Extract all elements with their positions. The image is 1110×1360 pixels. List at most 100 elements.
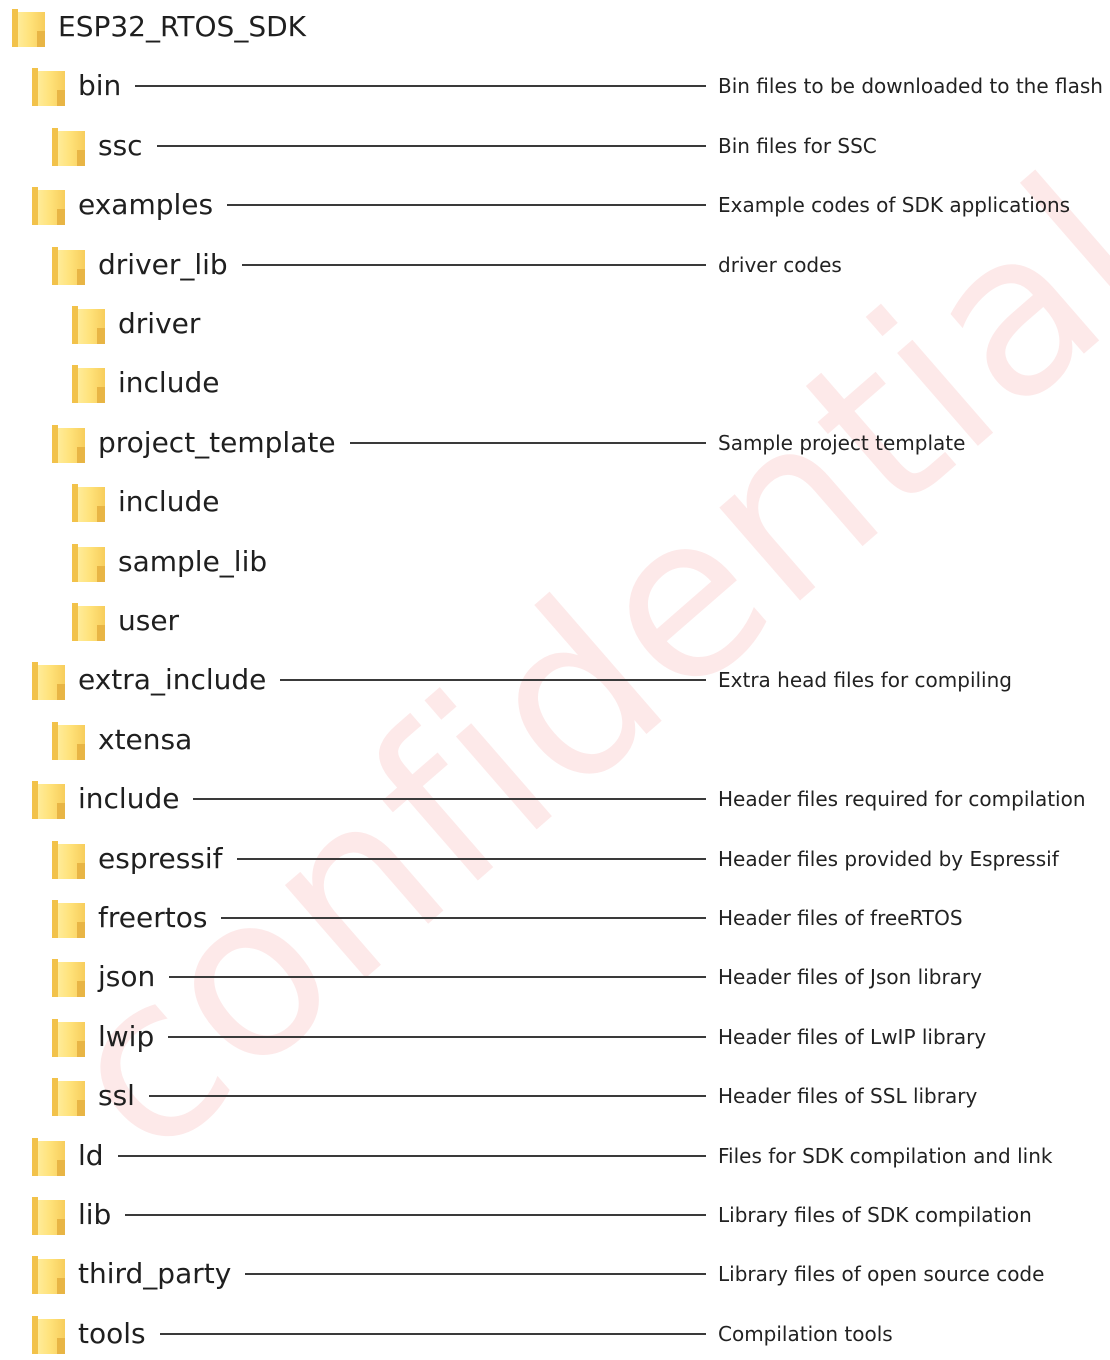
connector-line xyxy=(349,441,706,444)
connector-line xyxy=(227,204,706,207)
tree-row[interactable]: lib Library files of SDK compilation xyxy=(0,1189,1110,1241)
folder-icon xyxy=(12,9,45,47)
folder-name: include xyxy=(118,485,220,519)
folder-icon xyxy=(52,1018,85,1057)
tree-row[interactable]: driver xyxy=(0,298,1110,350)
tree-row[interactable]: espressif Header files provided by Espres… xyxy=(0,833,1110,885)
folder-description: Files for SDK compilation and link xyxy=(718,1143,1053,1168)
folder-icon xyxy=(32,68,65,107)
tree-row[interactable]: json Header files of Json library xyxy=(0,951,1110,1003)
folder-icon xyxy=(72,603,105,641)
tree-row[interactable]: include xyxy=(0,357,1110,409)
tree-row[interactable]: lwip Header files of LwIP library xyxy=(0,1011,1110,1063)
folder-icon xyxy=(72,365,105,404)
tree-row[interactable]: ld Files for SDK compilation and link xyxy=(0,1130,1110,1182)
folder-icon xyxy=(32,662,65,701)
folder-description: Bin files to be downloaded to the flash xyxy=(718,74,1103,99)
folder-icon xyxy=(32,187,65,226)
folder-name: include xyxy=(118,366,220,400)
folder-icon xyxy=(32,781,65,820)
folder-name: third_party xyxy=(78,1257,232,1291)
connector-line xyxy=(168,1035,706,1038)
folder-icon xyxy=(52,840,85,879)
folder-icon xyxy=(32,1256,65,1295)
folder-name: freertos xyxy=(98,901,208,934)
folder-icon xyxy=(52,1078,85,1117)
folder-name: xtensa xyxy=(98,722,193,756)
tree-row[interactable]: user xyxy=(0,595,1110,647)
connector-line xyxy=(156,144,706,147)
tree-row[interactable]: ssl Header files of SSL library xyxy=(0,1070,1110,1122)
tree-row[interactable]: include Header files required for compila… xyxy=(0,773,1110,825)
folder-description: Library files of open source code xyxy=(718,1262,1045,1287)
tree-row[interactable]: sample_lib xyxy=(0,536,1110,588)
connector-line xyxy=(125,1214,706,1216)
tree-row[interactable]: ESP32_RTOS_SDK xyxy=(0,1,1110,53)
folder-icon xyxy=(52,246,85,285)
folder-icon xyxy=(52,424,85,463)
folder-name: examples xyxy=(78,188,214,222)
folder-name: driver xyxy=(118,307,201,340)
folder-description: Compilation tools xyxy=(718,1321,893,1346)
folder-description: Bin files for SSC xyxy=(718,133,877,158)
tree-row[interactable]: xtensa xyxy=(0,714,1110,766)
folder-name: extra_include xyxy=(78,663,267,697)
folder-icon xyxy=(52,900,85,938)
connector-line xyxy=(241,263,706,266)
folder-description: Header files of SSL library xyxy=(718,1084,978,1109)
connector-line xyxy=(193,798,706,801)
folder-icon xyxy=(72,543,105,582)
folder-name: json xyxy=(98,960,156,994)
tree-row[interactable]: extra_include Extra head files for compil… xyxy=(0,654,1110,706)
connector-line xyxy=(245,1273,706,1276)
folder-description: Header files of freeRTOS xyxy=(718,906,963,930)
connector-line xyxy=(135,85,706,88)
folder-name: user xyxy=(118,604,180,637)
folder-name: tools xyxy=(78,1316,146,1350)
folder-description: Header files of LwIP library xyxy=(718,1024,987,1049)
folder-icon xyxy=(72,306,105,344)
folder-description: Header files required for compilation xyxy=(718,787,1086,812)
folder-icon xyxy=(32,1197,65,1235)
connector-line xyxy=(236,857,706,860)
folder-icon xyxy=(52,959,85,998)
connector-line xyxy=(221,917,706,919)
folder-icon xyxy=(52,127,85,166)
folder-name: ld xyxy=(78,1138,104,1172)
folder-description: Header files of Json library xyxy=(718,965,982,990)
folder-icon xyxy=(32,1137,65,1176)
folder-icon xyxy=(32,1315,65,1354)
folder-description: Sample project template xyxy=(718,430,966,455)
folder-description: driver codes xyxy=(718,252,842,277)
tree-row[interactable]: include xyxy=(0,476,1110,528)
connector-line xyxy=(148,1095,706,1098)
tree-row[interactable]: third_party Library files of open source … xyxy=(0,1248,1110,1300)
folder-icon xyxy=(52,721,85,760)
tree-row[interactable]: bin Bin files to be downloaded to the fla… xyxy=(0,60,1110,112)
connector-line xyxy=(169,976,706,979)
tree-row[interactable]: driver_lib driver codes xyxy=(0,239,1110,291)
folder-name: bin xyxy=(78,69,122,103)
connector-line xyxy=(117,1154,706,1157)
folder-description: Header files provided by Espressif xyxy=(718,846,1059,871)
folder-description: Extra head files for compiling xyxy=(718,668,1012,693)
folder-name: ssc xyxy=(98,128,143,162)
folder-name: lib xyxy=(78,1198,112,1231)
tree-row[interactable]: project_template Sample project template xyxy=(0,417,1110,469)
connector-line xyxy=(280,679,706,682)
folder-name: project_template xyxy=(98,425,336,459)
folder-name: sample_lib xyxy=(118,544,268,578)
tree-row[interactable]: ssc Bin files for SSC xyxy=(0,120,1110,172)
folder-name: include xyxy=(78,782,180,816)
folder-name: ssl xyxy=(98,1079,135,1113)
folder-icon xyxy=(72,484,105,523)
folder-description: Example codes of SDK applications xyxy=(718,193,1071,218)
tree-row[interactable]: tools Compilation tools xyxy=(0,1308,1110,1360)
folder-name: lwip xyxy=(98,1019,155,1053)
folder-description: Library files of SDK compilation xyxy=(718,1203,1032,1227)
connector-line xyxy=(159,1332,706,1335)
tree-row[interactable]: freertos Header files of freeRTOS xyxy=(0,892,1110,944)
folder-name: ESP32_RTOS_SDK xyxy=(58,10,307,43)
tree-row[interactable]: examples Example codes of SDK application… xyxy=(0,179,1110,231)
folder-name: driver_lib xyxy=(98,247,228,281)
